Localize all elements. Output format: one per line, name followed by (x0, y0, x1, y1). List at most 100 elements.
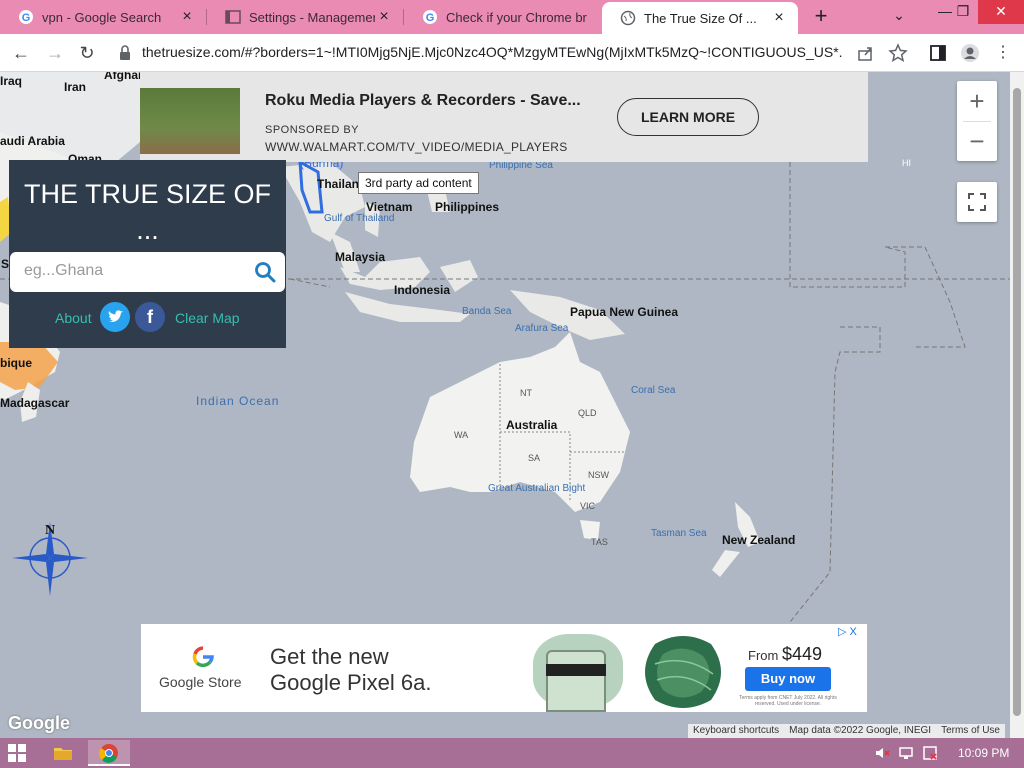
close-tab-icon[interactable]: × (770, 9, 788, 27)
price-label: From $449 (748, 644, 822, 665)
page-scrollbar[interactable] (1010, 72, 1024, 738)
map-label-philippines: Philippines (435, 200, 500, 214)
restore-button[interactable]: ❐ (946, 0, 980, 24)
browser-tab-strip: G vpn - Google Search × Settings - Manag… (0, 0, 1024, 34)
reload-icon[interactable]: ↻ (76, 42, 98, 64)
forward-arrow-icon[interactable]: → (44, 42, 66, 64)
map-label-banda-sea: Banda Sea (462, 306, 512, 317)
map-label-indonesia: Indonesia (394, 283, 451, 297)
compass-rose-icon: N (12, 522, 88, 596)
network-icon[interactable] (898, 745, 914, 761)
zoom-out-button[interactable]: − (957, 121, 997, 161)
map-label-tas: TAS (591, 537, 608, 547)
share-icon[interactable] (856, 43, 876, 63)
map-label-wa: WA (454, 430, 469, 440)
globe-icon (620, 10, 636, 26)
close-tab-icon[interactable]: × (375, 8, 393, 26)
map-label-indian-ocean: Indian Ocean (196, 394, 280, 408)
address-bar[interactable]: thetruesize.com/#?borders=1~!MTI0Mjg5NjE… (142, 44, 842, 60)
tab-title: The True Size Of ... (644, 10, 757, 26)
notification-alert-icon[interactable] (922, 745, 938, 761)
search-icon[interactable] (254, 261, 276, 283)
map-label-madagascar: Madagascar (0, 396, 70, 410)
map-label-iraq: Iraq (0, 74, 23, 88)
windows-start-icon[interactable] (8, 744, 26, 762)
terms-of-use-link[interactable]: Terms of Use (936, 724, 1005, 738)
map-label-sa: SA (528, 453, 541, 463)
pixel-phone-image (546, 650, 606, 712)
google-g-logo-icon (192, 646, 214, 668)
map-label-tasman-sea: Tasman Sea (651, 528, 707, 539)
file-explorer-icon[interactable] (50, 740, 76, 766)
map-label-arafura-sea: Arafura Sea (515, 323, 569, 334)
pixel-wallpaper-art (645, 636, 721, 708)
tab-check-chrome[interactable]: G Check if your Chrome br (404, 0, 600, 34)
map-label-coral-sea: Coral Sea (631, 385, 676, 396)
country-search-input[interactable] (24, 262, 244, 280)
tab-settings-management[interactable]: Settings - Management × (207, 0, 403, 34)
compass-north-label: N (45, 523, 55, 538)
browser-toolbar: ← → ↻ thetruesize.com/#?borders=1~!MTI0M… (0, 34, 1024, 72)
tab-true-size[interactable]: The True Size Of ... × (602, 2, 798, 34)
true-size-panel: THE TRUE SIZE OF ... About f Clear Map (9, 160, 286, 348)
ad-choices-icon[interactable]: ▷ X (838, 625, 857, 638)
ad-tooltip: 3rd party ad content (358, 172, 479, 194)
clear-map-link[interactable]: Clear Map (175, 310, 240, 326)
map-data-credit[interactable]: Map data ©2022 Google, INEGI (784, 724, 936, 738)
map-label-vietnam: Vietnam (366, 200, 413, 214)
side-panel-icon[interactable] (928, 43, 948, 63)
settings-page-icon (225, 10, 241, 24)
map-label-malaysia: Malaysia (335, 250, 386, 264)
tab-vpn-search[interactable]: G vpn - Google Search × (0, 0, 206, 34)
zoom-control: + − (957, 81, 997, 161)
map-label-nt: NT (520, 388, 532, 398)
twitter-icon[interactable] (100, 302, 130, 332)
about-link[interactable]: About (55, 310, 92, 326)
profile-avatar-icon[interactable] (960, 43, 980, 63)
volume-muted-icon[interactable] (874, 745, 890, 761)
bookmark-star-icon[interactable] (888, 43, 908, 63)
ad-headline[interactable]: Roku Media Players & Recorders - Save... (265, 92, 581, 110)
google-icon: G (423, 10, 437, 24)
map-attribution: Keyboard shortcuts Map data ©2022 Google… (688, 724, 1005, 738)
pixel-headline-line2: Google Pixel 6a. (270, 670, 432, 695)
map-label-papua-new-guinea: Papua New Guinea (570, 305, 679, 319)
map-label-nsw: NSW (588, 470, 609, 480)
back-arrow-icon[interactable]: ← (10, 42, 32, 64)
kebab-menu-icon[interactable]: ⋮ (992, 42, 1014, 64)
panel-title: THE TRUE SIZE OF ... (23, 179, 272, 245)
map-label-iran: Iran (64, 80, 87, 94)
lock-icon[interactable] (118, 44, 132, 62)
zoom-in-button[interactable]: + (957, 81, 997, 121)
google-watermark[interactable]: Google (8, 713, 70, 734)
google-icon: G (19, 10, 33, 24)
map-label-thailand: Thailan (317, 177, 360, 191)
tab-search-chevron-icon[interactable]: ⌄ (888, 7, 910, 29)
map-label-hawaii: HI (902, 158, 911, 168)
svg-text:G: G (426, 12, 435, 24)
pixel-ad-headline[interactable]: Get the new Google Pixel 6a. (270, 644, 431, 696)
fullscreen-icon[interactable] (957, 182, 997, 222)
price-value: $449 (781, 644, 823, 664)
tab-title: vpn - Google Search (42, 9, 162, 25)
google-store-label: Google Store (159, 674, 242, 690)
scrollbar-thumb[interactable] (1013, 88, 1021, 716)
map-label-saudi-arabia: audi Arabia (0, 134, 65, 148)
window-close-button[interactable]: ✕ (978, 0, 1024, 24)
close-tab-icon[interactable]: × (178, 8, 196, 26)
svg-text:G: G (22, 12, 31, 24)
new-tab-button[interactable]: + (808, 4, 834, 30)
map-label-gulf-of-thailand: Gulf of Thailand (324, 213, 395, 224)
bottom-ad-banner[interactable]: Google Store Get the new Google Pixel 6a… (141, 624, 867, 712)
ad-thumbnail-image[interactable] (140, 88, 240, 154)
facebook-icon[interactable]: f (135, 302, 165, 332)
ad-fine-print: Terms apply from CNET July 2022. All rig… (739, 695, 837, 707)
chrome-taskbar-icon[interactable] (88, 740, 130, 766)
keyboard-shortcuts-link[interactable]: Keyboard shortcuts (688, 724, 784, 738)
buy-now-button[interactable]: Buy now (745, 667, 831, 691)
country-search-box[interactable] (10, 252, 285, 292)
learn-more-button[interactable]: LEARN MORE (617, 98, 759, 136)
pixel-camera-bar (546, 664, 606, 676)
taskbar-clock[interactable]: 10:09 PM (958, 746, 1009, 760)
top-ad-banner[interactable]: Roku Media Players & Recorders - Save...… (140, 72, 868, 162)
